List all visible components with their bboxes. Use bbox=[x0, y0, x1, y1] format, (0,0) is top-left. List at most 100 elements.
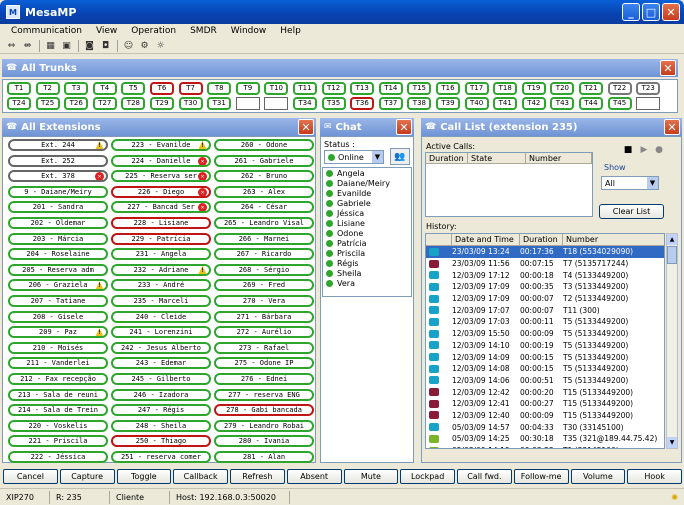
directory-icon[interactable]: ▦ bbox=[43, 39, 58, 52]
history-row[interactable]: 12/03/09 14:06 00:00:51 T5 (5133449200) bbox=[426, 375, 664, 387]
extension-button[interactable]: 279 - Leandro Robai bbox=[214, 419, 314, 432]
trunk-button[interactable]: T28 bbox=[121, 97, 146, 110]
trunk-button[interactable]: T40 bbox=[464, 97, 489, 110]
extension-button[interactable]: 213 - Sala de reuni bbox=[8, 388, 108, 401]
extension-button[interactable]: Ext. 244! bbox=[8, 139, 108, 151]
trunk-button[interactable]: T44 bbox=[579, 97, 603, 110]
extension-button[interactable]: 275 - Odone IP bbox=[214, 357, 314, 370]
extension-button[interactable]: 242 - Jesus Alberto bbox=[111, 341, 211, 354]
extension-button[interactable]: 270 - Vera bbox=[214, 295, 314, 307]
history-row[interactable]: 05/03/09 14:25 00:30:18 T35 (321@189.44.75… bbox=[426, 433, 664, 445]
play-icon[interactable]: ▶ bbox=[638, 144, 650, 156]
minimize-button[interactable]: _ bbox=[622, 3, 640, 21]
trunk-button[interactable]: T27 bbox=[92, 97, 117, 110]
extension-button[interactable]: 226 - Diego ✕ bbox=[111, 185, 211, 198]
volume-button[interactable]: Volume bbox=[570, 469, 626, 484]
extension-button[interactable]: 232 - Adriane! bbox=[111, 263, 211, 276]
trunk-button[interactable]: T26 bbox=[64, 97, 89, 110]
trunk-button[interactable]: T16 bbox=[436, 82, 460, 95]
extension-button[interactable]: 214 - Sala de Trein bbox=[8, 404, 108, 417]
col-date-time[interactable]: Date and Time bbox=[452, 234, 520, 245]
extension-button[interactable]: 245 - Gilberto bbox=[111, 373, 211, 385]
history-row[interactable]: 12/03/09 17:12 00:00:18 T4 (5133449200) bbox=[426, 269, 664, 281]
chat-user[interactable]: Odone bbox=[323, 228, 411, 238]
chat-user[interactable]: Patrícia bbox=[323, 238, 411, 248]
trunk-button[interactable]: T24 bbox=[7, 97, 31, 110]
menu-view[interactable]: View bbox=[89, 26, 124, 36]
connect-icon[interactable]: ⇔ bbox=[4, 39, 19, 52]
extension-button[interactable]: 276 - Ednei bbox=[214, 373, 314, 385]
menu-smdr[interactable]: SMDR bbox=[183, 26, 224, 36]
menu-help[interactable]: Help bbox=[273, 26, 308, 36]
mute-button[interactable]: Mute bbox=[343, 469, 399, 484]
extension-button[interactable]: 202 - Oldemar bbox=[8, 217, 108, 229]
refresh-button[interactable]: Refresh bbox=[230, 469, 285, 484]
trunk-button[interactable] bbox=[636, 97, 661, 110]
extension-button[interactable]: 261 - Gabriele bbox=[214, 154, 314, 167]
scroll-down-icon[interactable]: ▼ bbox=[667, 437, 677, 448]
chat-user[interactable]: Lisiane bbox=[323, 218, 411, 228]
chat-user[interactable]: Daiane/Meiry bbox=[323, 178, 411, 188]
trunk-button[interactable]: T8 bbox=[207, 82, 232, 95]
extension-button[interactable]: 231 - Angela bbox=[111, 248, 211, 261]
chat-user[interactable]: Evanilde bbox=[323, 188, 411, 198]
trunk-button[interactable]: T31 bbox=[207, 97, 232, 110]
extension-button[interactable]: 247 - Régis bbox=[111, 404, 211, 417]
history-row[interactable]: 12/03/09 14:09 00:00:15 T5 (5133449200) bbox=[426, 351, 664, 363]
col-state[interactable]: State bbox=[468, 153, 526, 163]
chat-user[interactable]: Priscila bbox=[323, 248, 411, 258]
extension-button[interactable]: 271 - Bárbara bbox=[214, 310, 314, 323]
trunk-button[interactable]: T37 bbox=[378, 97, 403, 110]
trunk-button[interactable]: T6 bbox=[150, 82, 174, 95]
extension-button[interactable]: 250 - Thiago bbox=[111, 435, 211, 448]
reports-icon[interactable]: ◙ bbox=[82, 39, 97, 52]
chat-status-select[interactable]: Online ▼ bbox=[324, 150, 384, 164]
clear-list-button[interactable]: Clear List bbox=[599, 204, 664, 219]
history-row[interactable]: 05/03/09 14:57 00:04:33 T30 (33145100) bbox=[426, 421, 664, 433]
extension-button[interactable]: 208 - Gisele bbox=[8, 310, 108, 323]
toggle-button[interactable]: Toggle bbox=[116, 469, 172, 484]
stop-icon[interactable]: ■ bbox=[622, 144, 634, 156]
extension-button[interactable]: 280 - Ivania bbox=[214, 435, 314, 448]
extension-button[interactable]: 206 - Graziela! bbox=[8, 279, 108, 292]
chevron-down-icon[interactable]: ▼ bbox=[372, 151, 383, 163]
extension-button[interactable]: 235 - Marceli bbox=[111, 295, 211, 307]
callback-button[interactable]: Callback bbox=[173, 469, 228, 484]
extension-button[interactable]: 281 - Alan bbox=[214, 451, 314, 463]
extension-button[interactable]: 211 - Vanderlei bbox=[8, 357, 108, 370]
history-row[interactable]: 12/03/09 15:50 00:00:09 T5 (5133449200) bbox=[426, 328, 664, 340]
capture-button[interactable]: Capture bbox=[59, 469, 115, 484]
trunk-button[interactable]: T41 bbox=[493, 97, 518, 110]
extension-button[interactable]: 273 - Rafael bbox=[214, 341, 314, 354]
extension-button[interactable]: 207 - Tatiane bbox=[8, 295, 108, 307]
extension-button[interactable]: 248 - Sheila bbox=[111, 419, 211, 432]
show-select[interactable]: All ▼ bbox=[601, 176, 659, 190]
trunk-button[interactable]: T13 bbox=[350, 82, 375, 95]
trunk-button[interactable] bbox=[235, 97, 260, 110]
extension-button[interactable]: 243 - Edemar bbox=[111, 357, 211, 370]
chat-user[interactable]: Gabriele bbox=[323, 198, 411, 208]
extension-button[interactable]: 277 - reserva ENG bbox=[214, 388, 314, 401]
extension-button[interactable]: 268 - Sérgio bbox=[214, 263, 314, 276]
trunk-button[interactable]: T34 bbox=[293, 97, 317, 110]
col-duration[interactable]: Duration bbox=[520, 234, 563, 245]
chat-user[interactable]: Sheila bbox=[323, 268, 411, 278]
trunk-button[interactable]: T15 bbox=[407, 82, 432, 95]
trunk-button[interactable]: T25 bbox=[35, 97, 60, 110]
maximize-button[interactable]: □ bbox=[642, 3, 660, 21]
trunk-button[interactable]: T11 bbox=[293, 82, 317, 95]
menu-operation[interactable]: Operation bbox=[124, 26, 183, 36]
extension-button[interactable]: 227 - Bancad Ser ✕ bbox=[111, 201, 211, 214]
history-row[interactable]: 05/03/09 14:1900:03:23T1 (33145100) bbox=[426, 445, 664, 448]
history-row[interactable]: 23/03/09 11:56 00:07:15 T7 (5135717244) bbox=[426, 258, 664, 270]
scroll-up-icon[interactable]: ▲ bbox=[667, 234, 677, 245]
trunk-button[interactable]: T1 bbox=[7, 82, 31, 95]
extension-button[interactable]: 225 - Reserva ser ✕ bbox=[111, 170, 211, 183]
chat-user[interactable]: Régis bbox=[323, 258, 411, 268]
extension-button[interactable]: 233 - André bbox=[111, 279, 211, 292]
extension-button[interactable]: 262 - Bruno bbox=[214, 170, 314, 183]
trunk-button[interactable]: T2 bbox=[35, 82, 60, 95]
trunk-button[interactable]: T42 bbox=[521, 97, 546, 110]
extension-button[interactable]: 272 - Aurélio bbox=[214, 326, 314, 339]
chat-users-button[interactable]: 👥 bbox=[390, 148, 410, 165]
